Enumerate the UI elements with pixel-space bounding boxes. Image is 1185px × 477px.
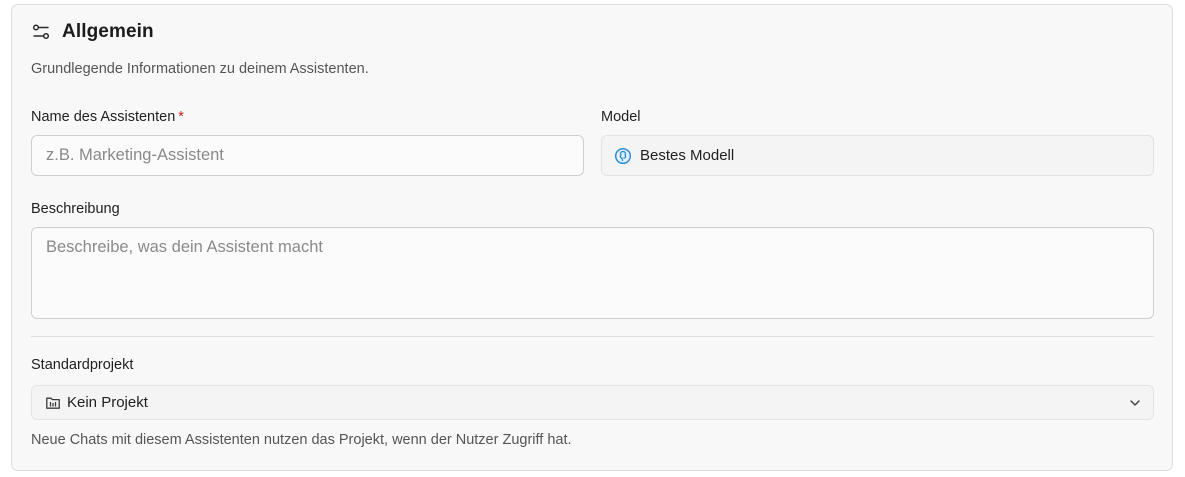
model-selector[interactable]: Bestes Modell [601,135,1154,176]
description-textarea[interactable] [31,227,1154,319]
required-marker: * [178,109,184,125]
section-subtitle: Grundlegende Informationen zu deinem Ass… [31,61,369,77]
name-label-text: Name des Assistenten [31,109,176,125]
brain-icon [614,147,632,165]
project-field-label: Standardprojekt [31,357,134,373]
sliders-icon [31,22,51,42]
folder-icon [45,395,61,411]
general-settings-card: Allgemein Grundlegende Informationen zu … [11,4,1173,471]
project-value: Kein Projekt [67,394,148,411]
model-value: Bestes Modell [640,147,735,164]
model-field-label: Model [601,109,641,125]
project-hint: Neue Chats mit diesem Assistenten nutzen… [31,432,572,448]
section-header: Allgemein [31,21,154,43]
section-title: Allgemein [62,21,154,42]
description-field-label: Beschreibung [31,201,120,217]
project-select[interactable]: Kein Projekt [31,385,1154,420]
chevron-down-icon[interactable] [1127,395,1143,411]
name-field-label: Name des Assistenten * [31,109,184,125]
assistant-name-input[interactable] [31,135,584,176]
section-divider [31,336,1154,337]
